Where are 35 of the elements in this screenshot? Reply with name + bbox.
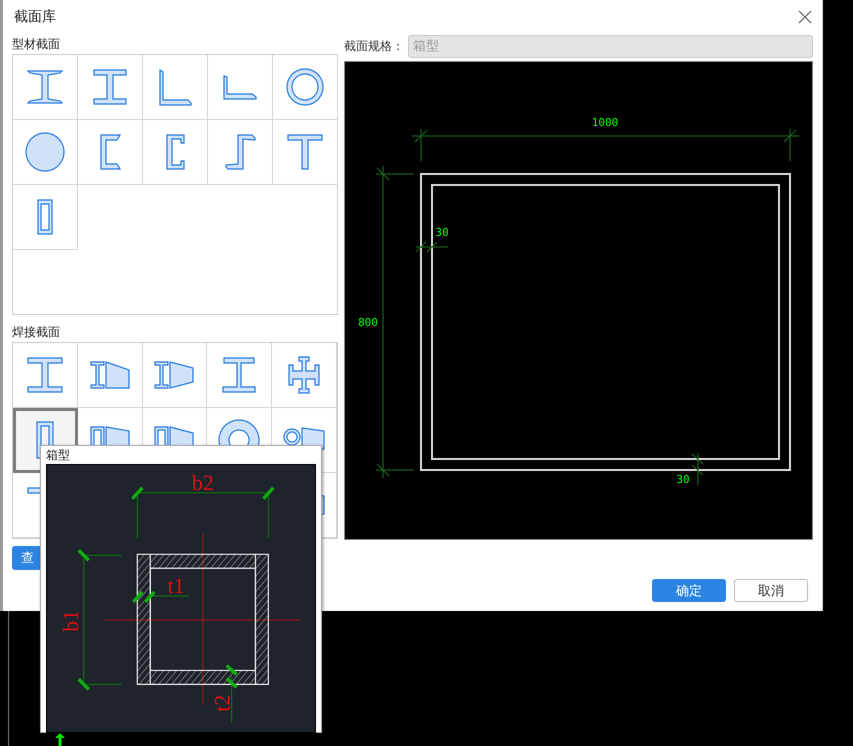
dimension-label: b1: [58, 610, 83, 632]
i-beam-icon: [222, 357, 256, 393]
cross-section-icon: [288, 356, 320, 394]
window-title: 截面库: [14, 8, 56, 26]
z-section-icon: [224, 134, 256, 170]
dimension-line: [692, 452, 704, 486]
section-label: 焊接截面: [12, 324, 61, 341]
rectangular-tube-icon: [37, 199, 53, 235]
section-label: 型材截面: [12, 36, 61, 53]
axis-arrow-icon: [55, 733, 65, 746]
dimension-label: t1: [168, 574, 185, 598]
dimension-label: t2: [210, 694, 235, 712]
field-label: 截面规格：: [344, 38, 405, 54]
channel-icon: [166, 134, 184, 170]
i-beam-icon: [93, 69, 127, 105]
i-beam-icon: [27, 70, 63, 104]
tapered-beam-icon: [90, 361, 130, 389]
tapered-beam-icon: [154, 361, 194, 389]
dimension-label: 30: [435, 226, 449, 239]
dimension-label: b2: [192, 470, 214, 495]
channel-icon: [100, 134, 120, 170]
tapered-pipe-icon: [283, 427, 326, 453]
angle-icon: [223, 74, 257, 100]
confirm-button[interactable]: 确定: [652, 579, 726, 602]
dimension-label: 1000: [592, 116, 618, 129]
cancel-button[interactable]: 取消: [734, 579, 808, 602]
dimension-label: 800: [358, 316, 378, 329]
tooltip-title: 箱型: [46, 447, 71, 464]
i-beam-icon: [26, 357, 63, 393]
pipe-icon: [286, 68, 324, 106]
circle-icon: [25, 132, 65, 172]
tee-icon: [287, 134, 323, 170]
dimension-label: 30: [676, 473, 690, 486]
close-icon[interactable]: [798, 10, 812, 24]
angle-icon: [158, 68, 192, 106]
